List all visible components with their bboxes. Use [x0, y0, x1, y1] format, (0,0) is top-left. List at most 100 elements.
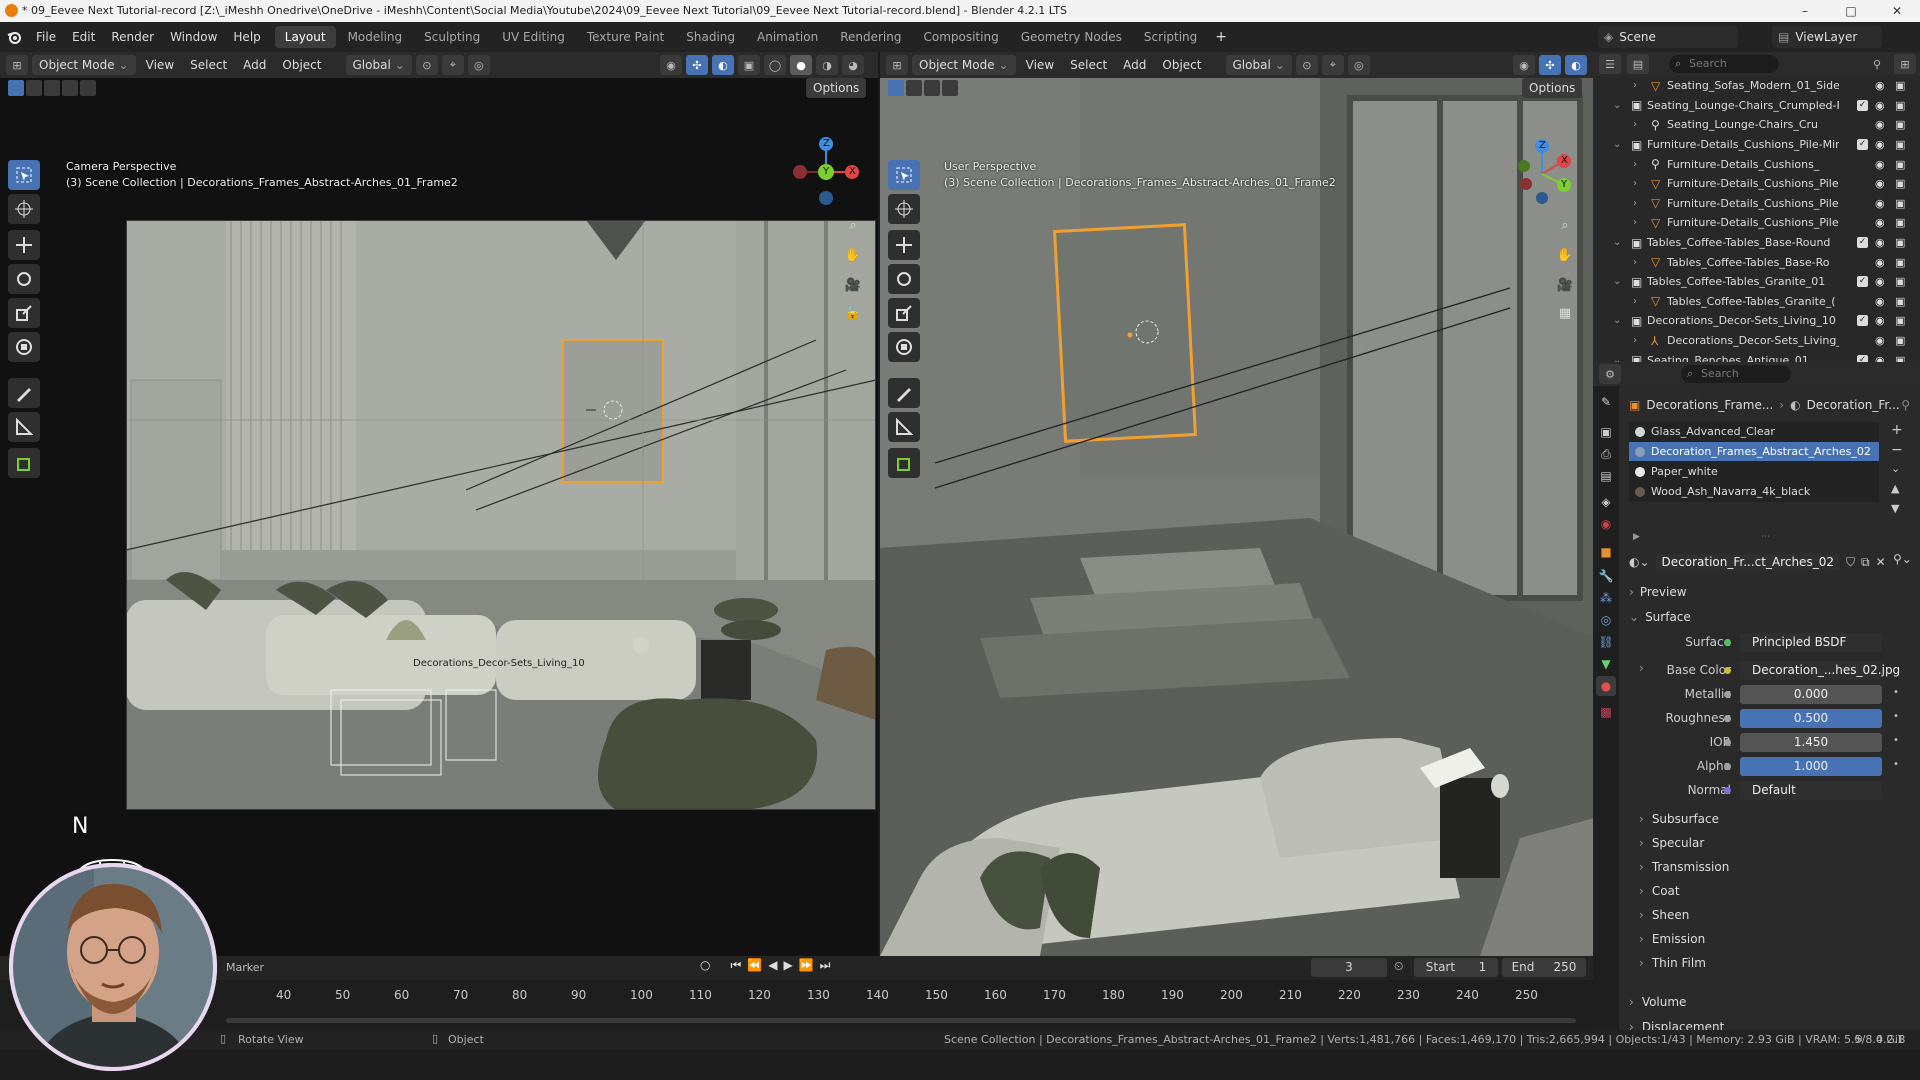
subsection-subsurface[interactable]: › Subsurface [1619, 809, 1920, 829]
expand-arrow-icon[interactable]: › [1633, 217, 1637, 228]
gizmo-icon[interactable]: ✣ [1539, 55, 1561, 75]
subsection-emission[interactable]: › Emission [1619, 929, 1920, 949]
jump-end-icon[interactable]: ⏭ [820, 958, 831, 973]
eye-icon[interactable]: ◉ [1875, 295, 1885, 308]
camera-icon[interactable]: ▣ [1895, 158, 1905, 171]
camera-icon[interactable]: ▣ [1895, 275, 1905, 288]
tab-shading[interactable]: Shading [676, 26, 745, 48]
tool-tab-icon[interactable]: ✎ [1596, 392, 1616, 412]
material-datablock[interactable]: ◐⌄ Decoration_Fr...ct_Arches_02 ⛉ ⧉ ✕ [1629, 552, 1886, 572]
xray-icon[interactable]: ▣ [738, 55, 760, 75]
marker-menu[interactable]: Marker [226, 961, 264, 974]
material-slot[interactable]: Glass_Advanced_Clear [1629, 422, 1879, 441]
outliner-search-input[interactable]: ⌕ Search [1669, 55, 1779, 73]
subsection-coat[interactable]: › Coat [1619, 881, 1920, 901]
viewport-camera[interactable]: ⊞ Object Mode ⌄ View Select Add Object Gl… [0, 52, 878, 956]
tab-texture-paint[interactable]: Texture Paint [577, 26, 674, 48]
snap-icon[interactable]: ⌖ [1321, 55, 1344, 75]
physics-tab-icon[interactable]: ◎ [1596, 610, 1616, 630]
gizmo-icon[interactable]: ✣ [686, 55, 708, 75]
expand-arrow-icon[interactable]: › [1633, 335, 1637, 346]
outliner-row[interactable]: ⌄ ▣ Tables_Coffee-Tables_Base-Round ✓ ◉ ▣ [1593, 233, 1920, 253]
close-button[interactable]: ✕ [1874, 0, 1920, 22]
slot-down-icon[interactable]: ▼ [1891, 502, 1911, 522]
expand-arrow-icon[interactable]: › [1633, 198, 1637, 209]
camera-icon[interactable]: ▣ [1895, 99, 1905, 112]
selection-mode-buttons[interactable] [8, 80, 100, 96]
eye-icon[interactable]: ◉ [1875, 79, 1885, 92]
selection-mode-buttons[interactable] [888, 80, 980, 96]
new-collection-icon[interactable]: ⊞ [1894, 54, 1916, 74]
camera-icon[interactable]: ▣ [1895, 236, 1905, 249]
eye-icon[interactable]: ◉ [1875, 334, 1885, 347]
mode-dropdown[interactable]: Object Mode ⌄ [32, 55, 136, 75]
viewlayer-selector[interactable]: ▤ ViewLayer [1772, 26, 1882, 48]
expand-arrow-icon[interactable]: › [1633, 119, 1637, 130]
orientation-dropdown[interactable]: Global ⌄ [1225, 55, 1292, 75]
unlink-icon[interactable]: ✕ [1876, 555, 1886, 569]
options-dropdown[interactable]: Options [1522, 78, 1583, 98]
camera-view-icon[interactable]: 🎥 [1552, 272, 1578, 298]
expand-arrow-icon[interactable]: › [1633, 296, 1637, 307]
display-mode-icon[interactable]: ▤ [1627, 54, 1649, 74]
eye-icon[interactable]: ◉ [1875, 216, 1885, 229]
output-tab-icon[interactable]: ⎙ [1596, 444, 1616, 464]
menu-view[interactable]: View [1020, 55, 1060, 75]
field-value[interactable]: 0.500 [1740, 709, 1882, 728]
breadcrumb-material[interactable]: Decoration_Fr... [1807, 398, 1900, 412]
field-value[interactable]: Principled BSDF [1740, 633, 1882, 652]
maximize-button[interactable]: □ [1828, 0, 1874, 22]
mode-dropdown[interactable]: Object Mode ⌄ [912, 55, 1016, 75]
material-slot[interactable]: Wood_Ash_Navarra_4k_black [1629, 482, 1879, 501]
material-slot[interactable]: Decoration_Frames_Abstract_Arches_02 [1629, 442, 1879, 461]
outliner-editor-icon[interactable]: ☰ [1599, 54, 1621, 74]
camera-view-icon[interactable]: 🎥 [840, 272, 866, 298]
section-volume[interactable]: › Volume [1619, 992, 1920, 1012]
menu-object[interactable]: Object [1156, 55, 1207, 75]
camera-icon[interactable]: ▣ [1895, 79, 1905, 92]
blender-menu-icon[interactable] [0, 22, 28, 52]
checkbox-icon[interactable]: ✓ [1857, 99, 1868, 111]
tab-layout[interactable]: Layout [274, 26, 336, 48]
eye-icon[interactable]: ◉ [1875, 256, 1885, 269]
menu-render[interactable]: Render [103, 30, 162, 44]
editor-type-icon[interactable]: ⊞ [886, 55, 908, 75]
remove-slot-icon[interactable]: − [1891, 442, 1911, 462]
keyframe-dot-icon[interactable]: • [1893, 711, 1899, 722]
checkbox-icon[interactable]: ✓ [1857, 276, 1868, 288]
zoom-icon[interactable]: ⌕ [1552, 212, 1578, 238]
viewport-canvas-right[interactable]: Options User Perspective (3) Scene Colle… [880, 78, 1593, 956]
material-name-field[interactable]: Decoration_Fr...ct_Arches_02 [1655, 554, 1840, 570]
expand-arrow-icon[interactable]: ⌄ [1613, 315, 1621, 326]
slot-menu-icon[interactable]: ⌄ [1891, 462, 1911, 482]
scene-selector[interactable]: ◈ Scene [1598, 26, 1738, 48]
material-shading-icon[interactable]: ◑ [816, 55, 838, 75]
add-workspace-button[interactable]: + [1207, 29, 1235, 45]
material-filter-icon[interactable]: ⚲⌄ [1893, 552, 1912, 566]
expand-arrow-icon[interactable]: ⌄ [1613, 100, 1621, 111]
end-frame-field[interactable]: End 250 [1502, 958, 1586, 977]
preview-section[interactable]: › Preview [1619, 582, 1920, 602]
move-tool[interactable] [8, 230, 40, 260]
camera-icon[interactable]: ▣ [1895, 118, 1905, 131]
outliner-row[interactable]: › ▽ Furniture-Details_Cushions_Pile- ◉ ▣ [1593, 194, 1920, 214]
cursor-tool[interactable] [8, 194, 40, 224]
start-frame-field[interactable]: Start 1 [1414, 958, 1498, 977]
rendered-shading-icon[interactable]: ◕ [842, 55, 864, 75]
zoom-icon[interactable]: ⌕ [840, 212, 866, 238]
properties-search-input[interactable]: ⌕ Search [1681, 365, 1791, 383]
clock-icon[interactable]: ⏲ [1394, 959, 1403, 974]
pivot-icon[interactable]: ⊙ [415, 55, 438, 75]
snap-icon[interactable]: ⌖ [441, 55, 464, 75]
expand-arrow-icon[interactable]: › [1633, 159, 1637, 170]
eye-icon[interactable]: ◉ [1875, 314, 1885, 327]
subsection-transmission[interactable]: › Transmission [1619, 857, 1920, 877]
outliner-row[interactable]: › ⅄ Decorations_Decor-Sets_Living_ ◉ ▣ [1593, 331, 1920, 351]
grid-view-icon[interactable]: ▦ [1552, 300, 1578, 326]
outliner-row[interactable]: › ⚲ Furniture-Details_Cushions_ ◉ ▣ [1593, 154, 1920, 174]
object-tab-icon[interactable]: ■ [1596, 542, 1616, 562]
camera-icon[interactable]: ▣ [1895, 334, 1905, 347]
orientation-dropdown[interactable]: Global ⌄ [345, 55, 412, 75]
material-browse-icon[interactable]: ◐⌄ [1629, 555, 1650, 569]
camera-icon[interactable]: ▣ [1895, 197, 1905, 210]
